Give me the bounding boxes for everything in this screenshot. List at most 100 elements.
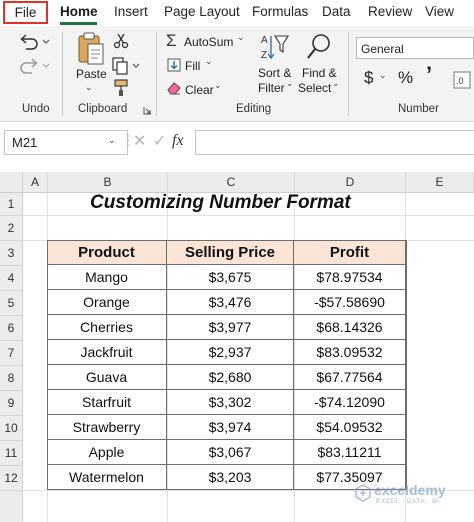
worksheet-grid: A B C D E 1 2 3 4 5 6 7 8 9 10 11 12 Cus…: [0, 172, 474, 522]
row-header[interactable]: 7: [0, 341, 23, 366]
fill-down-icon[interactable]: [167, 58, 181, 72]
product-cell[interactable]: Apple: [47, 440, 167, 465]
column-header-c[interactable]: C: [168, 172, 295, 193]
currency-format-button[interactable]: $: [364, 68, 373, 88]
find-select-button[interactable]: Select: [298, 81, 331, 95]
insert-function-button[interactable]: fx: [172, 132, 184, 150]
number-format-dropdown[interactable]: General: [356, 37, 474, 59]
column-header-d[interactable]: D: [295, 172, 406, 193]
row-header[interactable]: 8: [0, 366, 23, 391]
find-select-icon[interactable]: [305, 32, 333, 62]
profit-cell[interactable]: $54.09532: [294, 415, 406, 440]
row-header[interactable]: 9: [0, 391, 23, 416]
eraser-icon[interactable]: [166, 81, 182, 95]
enter-check-icon[interactable]: ✓: [153, 131, 166, 151]
copy-icon[interactable]: [112, 57, 142, 75]
row-header[interactable]: 6: [0, 316, 23, 341]
clear-button[interactable]: Clear: [185, 83, 214, 97]
group-separator: [348, 32, 349, 116]
table-header-cell[interactable]: Product: [47, 240, 167, 265]
fill-dropdown-chevron-icon[interactable]: ⌄: [205, 56, 213, 67]
autosum-icon[interactable]: Σ: [166, 32, 177, 49]
sort-filter-button[interactable]: Filter: [258, 81, 285, 95]
fill-button[interactable]: Fill: [185, 59, 200, 73]
profit-cell[interactable]: -$74.12090: [294, 390, 406, 415]
tab-view[interactable]: View: [425, 4, 454, 19]
selling-price-cell[interactable]: $3,977: [167, 315, 294, 340]
paste-button-label[interactable]: Paste: [76, 67, 107, 81]
row-header[interactable]: 4: [0, 266, 23, 291]
tab-page-layout[interactable]: Page Layout: [164, 4, 240, 19]
exceldemy-logo-icon: [355, 484, 371, 502]
autosum-dropdown-chevron-icon[interactable]: ⌄: [237, 32, 245, 43]
name-box-chevron-icon[interactable]: ⌄: [108, 135, 116, 146]
profit-cell[interactable]: -$57.58690: [294, 290, 406, 315]
column-header-b[interactable]: B: [48, 172, 168, 193]
product-cell[interactable]: Mango: [47, 265, 167, 290]
tab-formulas[interactable]: Formulas: [252, 4, 308, 19]
profit-cell[interactable]: $68.14326: [294, 315, 406, 340]
row-header[interactable]: 12: [0, 466, 23, 491]
currency-dropdown-chevron-icon[interactable]: ⌄: [379, 70, 387, 81]
tab-insert[interactable]: Insert: [114, 4, 148, 19]
percent-format-button[interactable]: %: [398, 68, 413, 88]
selling-price-cell[interactable]: $3,302: [167, 390, 294, 415]
row-header[interactable]: 11: [0, 441, 23, 466]
undo-icon[interactable]: [18, 32, 52, 50]
row-header[interactable]: 5: [0, 291, 23, 316]
product-cell[interactable]: Cherries: [47, 315, 167, 340]
profit-cell[interactable]: $67.77564: [294, 365, 406, 390]
profit-cell[interactable]: $83.09532: [294, 340, 406, 365]
scissors-icon[interactable]: [113, 33, 129, 49]
row-header[interactable]: 2: [0, 216, 23, 241]
autosum-button[interactable]: AutoSum: [184, 35, 233, 49]
selling-price-cell[interactable]: $2,937: [167, 340, 294, 365]
ribbon-tab-bar: File Home Insert Page Layout Formulas Da…: [0, 0, 474, 26]
column-header-a[interactable]: A: [23, 172, 48, 193]
paste-dropdown-chevron-icon[interactable]: ⌄: [85, 82, 93, 93]
table-header-cell[interactable]: Profit: [294, 240, 406, 265]
selling-price-cell[interactable]: $3,203: [167, 465, 294, 490]
selling-price-cell[interactable]: $2,680: [167, 365, 294, 390]
product-cell[interactable]: Strawberry: [47, 415, 167, 440]
watermark: exceldemy EXCEL · DATA · BI: [354, 482, 464, 508]
profit-cell[interactable]: $83.11211: [294, 440, 406, 465]
group-separator: [156, 32, 157, 116]
product-cell[interactable]: Guava: [47, 365, 167, 390]
paste-icon[interactable]: [76, 31, 106, 67]
profit-cell[interactable]: $78.97534: [294, 265, 406, 290]
row-header[interactable]: 1: [0, 193, 23, 216]
selling-price-cell[interactable]: $3,974: [167, 415, 294, 440]
row-header[interactable]: 10: [0, 416, 23, 441]
undo-group-label: Undo: [22, 103, 50, 115]
product-cell[interactable]: Starfruit: [47, 390, 167, 415]
sheet-title[interactable]: Customizing Number Format: [90, 192, 380, 220]
sort-filter-icon[interactable]: A Z: [260, 32, 290, 62]
selling-price-cell[interactable]: $3,067: [167, 440, 294, 465]
tab-review[interactable]: Review: [368, 4, 412, 19]
watermark-name: exceldemy: [374, 482, 446, 498]
clear-dropdown-chevron-icon[interactable]: ⌄: [214, 80, 222, 91]
dialog-launcher-icon[interactable]: [143, 106, 152, 115]
formula-input[interactable]: [195, 130, 474, 155]
comma-style-button[interactable]: ’: [426, 62, 432, 88]
find-select-dropdown-chevron-icon[interactable]: ⌄: [332, 78, 340, 89]
tab-home[interactable]: Home: [60, 4, 98, 19]
product-cell[interactable]: Watermelon: [47, 465, 167, 490]
selling-price-cell[interactable]: $3,675: [167, 265, 294, 290]
increase-decimal-icon[interactable]: .0: [452, 70, 472, 90]
product-cell[interactable]: Jackfruit: [47, 340, 167, 365]
sort-filter-dropdown-chevron-icon[interactable]: ⌄: [286, 78, 294, 89]
table-header-cell[interactable]: Selling Price: [167, 240, 294, 265]
column-header-e[interactable]: E: [406, 172, 474, 193]
row-header[interactable]: 3: [0, 241, 23, 266]
tab-file[interactable]: File: [3, 1, 48, 24]
format-painter-icon[interactable]: [113, 79, 129, 97]
cancel-icon[interactable]: ✕: [133, 131, 146, 151]
selling-price-cell[interactable]: $3,476: [167, 290, 294, 315]
redo-icon[interactable]: [18, 56, 52, 74]
formula-bar: M21 ⌄ ⋮ ✕ ✓ fx: [0, 122, 474, 166]
tab-data[interactable]: Data: [322, 4, 351, 19]
product-cell[interactable]: Orange: [47, 290, 167, 315]
select-all-corner[interactable]: [0, 172, 23, 193]
